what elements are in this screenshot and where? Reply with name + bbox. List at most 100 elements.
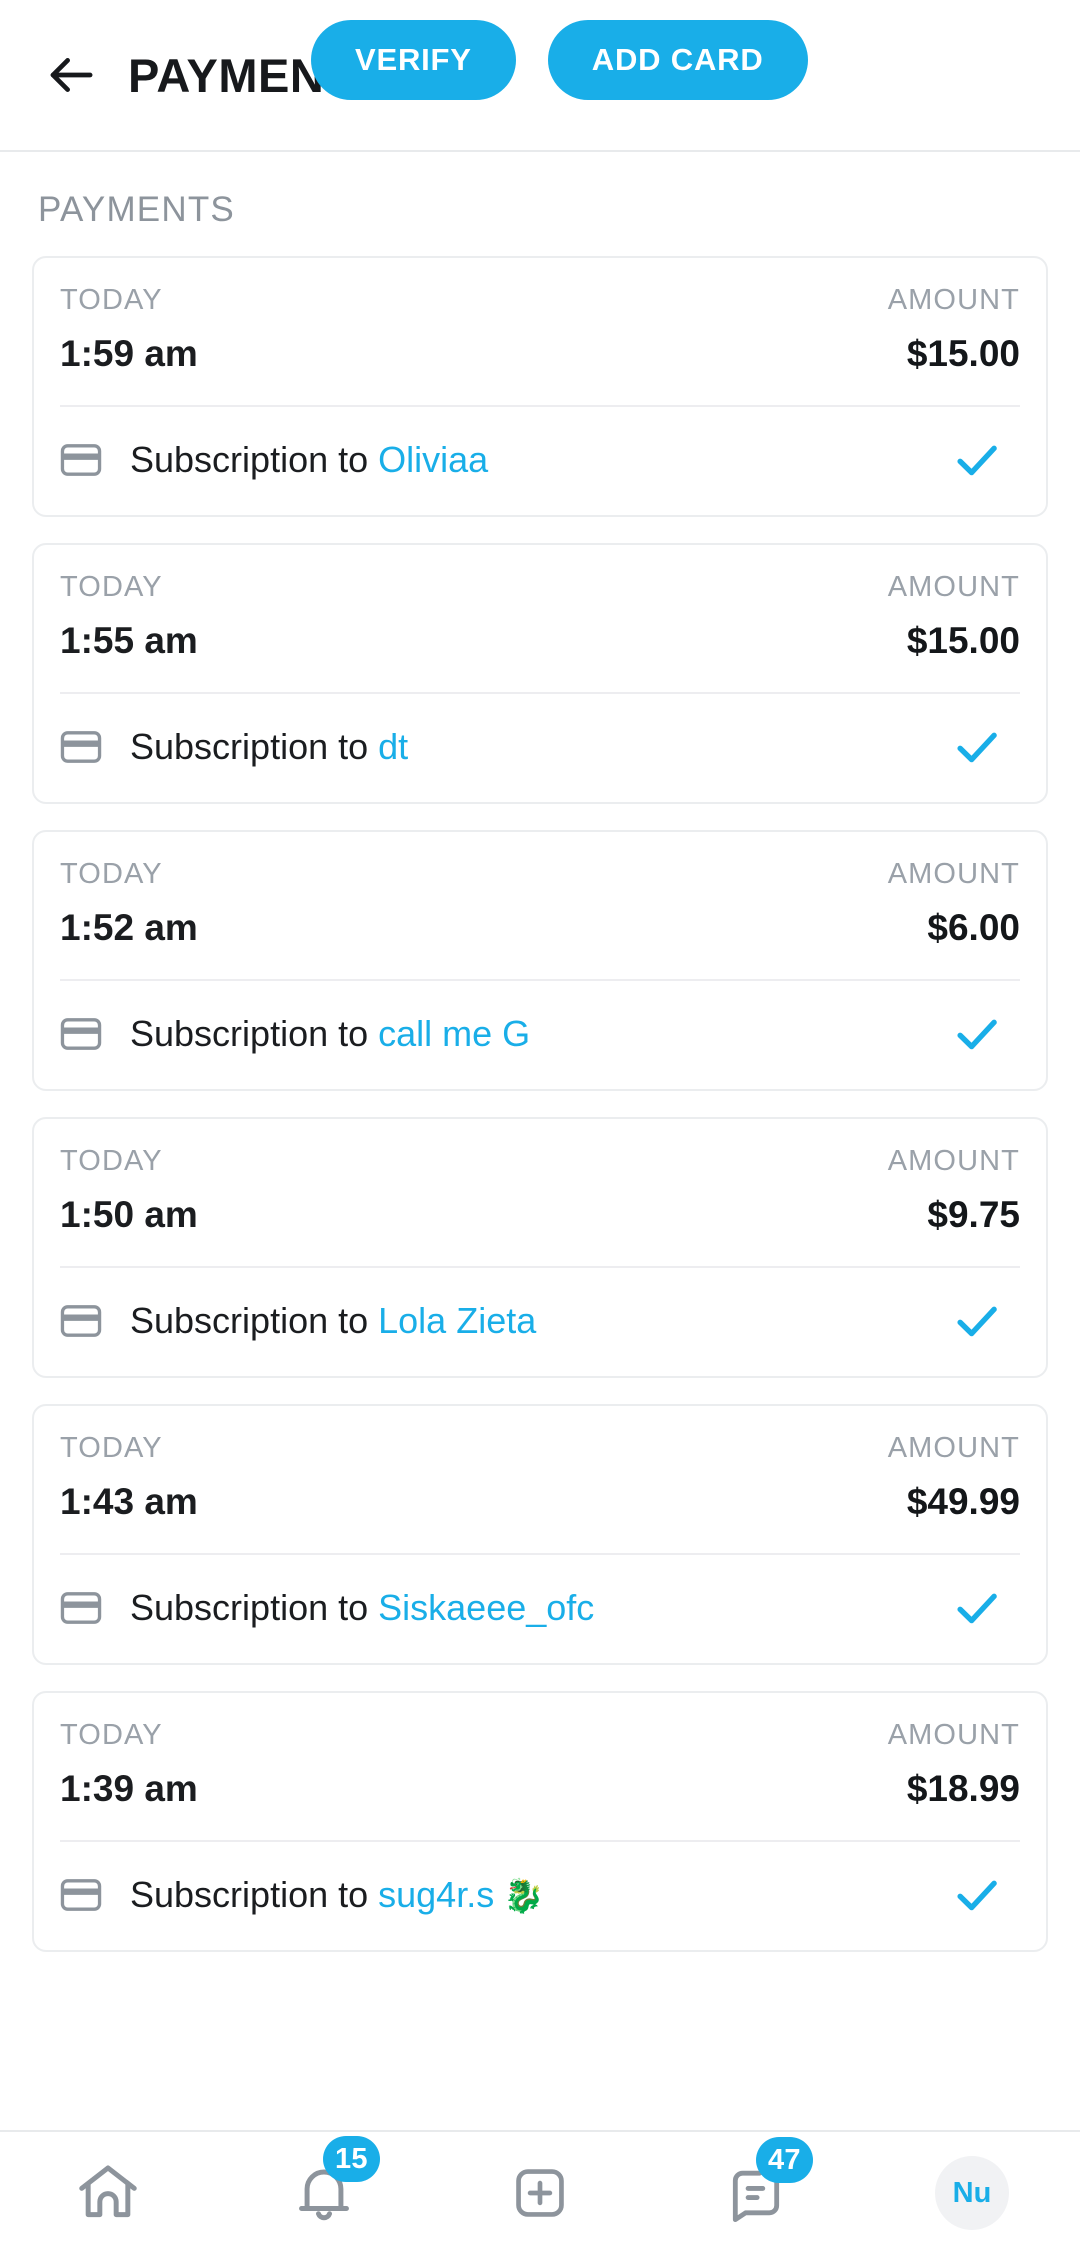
payment-time: 1:59 am <box>60 333 198 374</box>
payment-card-values: 1:59 am $15.00 <box>60 333 1020 401</box>
payment-card-values: 1:39 am $18.99 <box>60 1768 1020 1836</box>
payment-description-prefix: Subscription to <box>130 1300 379 1341</box>
payment-card-header: TODAY AMOUNT 1:50 am $9.75 <box>60 1119 1020 1266</box>
add-card-button[interactable]: ADD CARD <box>547 20 808 100</box>
payments-list[interactable]: PAYMENTS TODAY AMOUNT 1:59 am $15.00 Sub… <box>0 152 1080 2130</box>
payment-description-prefix: Subscription to <box>130 1587 379 1628</box>
message-icon: 47 <box>722 2137 813 2227</box>
payment-card[interactable]: TODAY AMOUNT 1:59 am $15.00 Subscription… <box>32 256 1048 517</box>
payment-time: 1:39 am <box>60 1768 198 1809</box>
payment-card-labels: TODAY AMOUNT <box>60 858 1020 891</box>
payment-card-header: TODAY AMOUNT 1:59 am $15.00 <box>60 258 1020 405</box>
credit-card-icon <box>60 1874 102 1916</box>
payment-amount: $18.99 <box>906 1768 1020 1809</box>
payment-description-prefix: Subscription to <box>130 1874 379 1915</box>
payment-card-labels: TODAY AMOUNT <box>60 1719 1020 1752</box>
payment-description: Subscription to Siskaeee_ofc <box>130 1587 950 1629</box>
payment-date-label: TODAY <box>60 284 163 316</box>
payment-card-header: TODAY AMOUNT 1:55 am $15.00 <box>60 545 1020 692</box>
payment-amount: $15.00 <box>906 333 1020 374</box>
app-bar-actions: VERIFY ADD CARD <box>311 20 808 100</box>
payment-time: 1:55 am <box>60 620 198 661</box>
payment-user-link[interactable]: dt <box>378 726 408 767</box>
payment-description: Subscription to dt <box>130 726 950 768</box>
payment-card-detail: Subscription to dt <box>60 692 1020 802</box>
payment-amount-label: AMOUNT <box>887 1432 1020 1464</box>
payment-description-prefix: Subscription to <box>130 1013 379 1054</box>
payment-user-link[interactable]: Siskaeee_ofc <box>378 1587 594 1628</box>
payment-card[interactable]: TODAY AMOUNT 1:52 am $6.00 Subscription … <box>32 830 1048 1091</box>
payment-card-detail: Subscription to call me G <box>60 979 1020 1089</box>
avatar: Nu <box>935 2156 1009 2230</box>
payment-card[interactable]: TODAY AMOUNT 1:50 am $9.75 Subscription … <box>32 1117 1048 1378</box>
credit-card-icon <box>60 1300 102 1342</box>
bottom-nav: 15 47 Nu <box>0 2130 1080 2254</box>
notifications-badge: 15 <box>323 2136 380 2182</box>
payment-date-label: TODAY <box>60 1432 163 1464</box>
payment-card-header: TODAY AMOUNT 1:52 am $6.00 <box>60 832 1020 979</box>
payment-description: Subscription to Lola Zieta <box>130 1300 950 1342</box>
section-title: PAYMENTS <box>38 190 235 229</box>
check-icon <box>950 1581 1004 1635</box>
nav-item-profile[interactable]: Nu <box>864 2132 1080 2254</box>
payment-card-values: 1:43 am $49.99 <box>60 1481 1020 1549</box>
payment-user-emoji: 🐉 <box>494 1877 545 1914</box>
payment-description: Subscription to sug4r.s 🐉 <box>130 1874 950 1916</box>
payment-date-label: TODAY <box>60 1719 163 1751</box>
nav-item-home[interactable] <box>0 2132 216 2254</box>
payment-description: Subscription to Oliviaa <box>130 439 950 481</box>
payment-amount-label: AMOUNT <box>887 858 1020 890</box>
check-icon <box>950 720 1004 774</box>
payment-time: 1:52 am <box>60 907 198 948</box>
payment-user-link[interactable]: sug4r.s <box>378 1874 494 1915</box>
payment-card-detail: Subscription to Oliviaa <box>60 405 1020 515</box>
verify-button[interactable]: VERIFY <box>311 20 516 100</box>
payment-card[interactable]: TODAY AMOUNT 1:39 am $18.99 Subscription… <box>32 1691 1048 1952</box>
payment-card-labels: TODAY AMOUNT <box>60 1145 1020 1178</box>
payment-user-link[interactable]: Oliviaa <box>378 439 488 480</box>
payment-card-labels: TODAY AMOUNT <box>60 571 1020 604</box>
arrow-left-icon[interactable] <box>44 48 98 102</box>
nav-item-messages[interactable]: 47 <box>648 2132 864 2254</box>
payment-description: Subscription to call me G <box>130 1013 950 1055</box>
payment-user-link[interactable]: call me G <box>378 1013 530 1054</box>
nav-item-add[interactable] <box>432 2132 648 2254</box>
check-icon <box>950 1868 1004 1922</box>
payment-card[interactable]: TODAY AMOUNT 1:55 am $15.00 Subscription… <box>32 543 1048 804</box>
payment-amount-label: AMOUNT <box>887 1145 1020 1177</box>
payment-date-label: TODAY <box>60 1145 163 1177</box>
app-bar: PAYMENTS VERIFY ADD CARD <box>0 0 1080 152</box>
payment-user-link[interactable]: Lola Zieta <box>378 1300 536 1341</box>
payment-amount: $15.00 <box>906 620 1020 661</box>
payment-amount: $49.99 <box>906 1481 1020 1522</box>
payment-card-values: 1:52 am $6.00 <box>60 907 1020 975</box>
payment-card-labels: TODAY AMOUNT <box>60 284 1020 317</box>
credit-card-icon <box>60 1013 102 1055</box>
payment-card-values: 1:50 am $9.75 <box>60 1194 1020 1262</box>
payment-card[interactable]: TODAY AMOUNT 1:43 am $49.99 Subscription… <box>32 1404 1048 1665</box>
payment-card-detail: Subscription to Lola Zieta <box>60 1266 1020 1376</box>
payment-card-labels: TODAY AMOUNT <box>60 1432 1020 1465</box>
credit-card-icon <box>60 439 102 481</box>
nav-item-notifications[interactable]: 15 <box>216 2132 432 2254</box>
payment-date-label: TODAY <box>60 858 163 890</box>
payment-amount-label: AMOUNT <box>887 284 1020 316</box>
payment-amount-label: AMOUNT <box>887 1719 1020 1751</box>
payment-card-header: TODAY AMOUNT 1:39 am $18.99 <box>60 1693 1020 1840</box>
payment-time: 1:50 am <box>60 1194 198 1235</box>
payment-card-detail: Subscription to Siskaeee_ofc <box>60 1553 1020 1663</box>
payment-amount: $6.00 <box>927 907 1020 948</box>
payment-date-label: TODAY <box>60 571 163 603</box>
check-icon <box>950 433 1004 487</box>
payment-card-detail: Subscription to sug4r.s 🐉 <box>60 1840 1020 1950</box>
home-icon <box>73 2158 143 2228</box>
check-icon <box>950 1294 1004 1348</box>
bell-icon: 15 <box>289 2136 380 2228</box>
payment-time: 1:43 am <box>60 1481 198 1522</box>
payment-amount-label: AMOUNT <box>887 571 1020 603</box>
credit-card-icon <box>60 726 102 768</box>
payment-card-values: 1:55 am $15.00 <box>60 620 1020 688</box>
messages-badge: 47 <box>756 2137 813 2183</box>
payment-card-header: TODAY AMOUNT 1:43 am $49.99 <box>60 1406 1020 1553</box>
plus-square-icon <box>507 2160 573 2226</box>
